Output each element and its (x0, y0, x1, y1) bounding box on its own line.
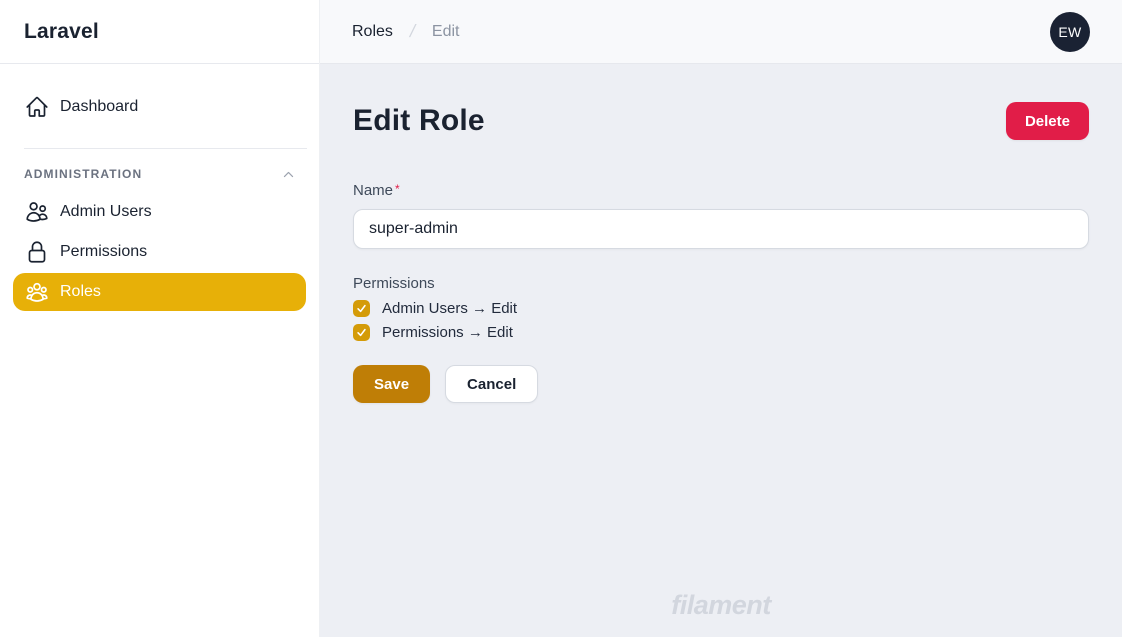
brand-logo[interactable]: Laravel (24, 20, 99, 44)
home-icon (25, 95, 49, 119)
lock-icon (25, 240, 49, 264)
sidebar-nav: Dashboard Administration Admin Users (0, 64, 319, 325)
page-title: Edit Role (353, 104, 485, 138)
sidebar-item-label: Roles (60, 283, 101, 301)
delete-button[interactable]: Delete (1006, 102, 1089, 140)
name-input[interactable] (353, 209, 1089, 249)
users-icon (25, 200, 49, 224)
sidebar: Laravel Dashboard Administration (0, 0, 320, 637)
sidebar-section-administration[interactable]: Administration (12, 167, 307, 181)
sidebar-item-permissions[interactable]: Permissions (13, 233, 306, 271)
sidebar-divider (24, 148, 307, 149)
permission-row-admin-users-edit: Admin Users → Edit (353, 300, 1089, 317)
edit-role-form: Name* Permissions Admin Users → Edit (353, 182, 1089, 403)
page-footer: filament (353, 590, 1089, 625)
chevron-up-icon (282, 168, 295, 181)
sidebar-item-label: Permissions (60, 243, 147, 261)
filament-logo: filament (671, 590, 771, 621)
brand-header: Laravel (0, 0, 319, 64)
page-content: Edit Role Delete Name* Permissions (320, 64, 1122, 637)
main-column: Roles / Edit EW Edit Role Delete Name* (320, 0, 1122, 637)
checkbox-checked[interactable] (353, 300, 370, 317)
breadcrumb-separator: / (408, 21, 417, 42)
sidebar-item-dashboard[interactable]: Dashboard (13, 88, 306, 126)
permission-label[interactable]: Admin Users → Edit (382, 300, 517, 317)
save-button[interactable]: Save (353, 365, 430, 403)
form-actions: Save Cancel (353, 365, 1089, 403)
breadcrumb: Roles / Edit (352, 21, 460, 42)
user-group-icon (25, 280, 49, 304)
name-field-group: Name* (353, 182, 1089, 249)
user-avatar[interactable]: EW (1050, 12, 1090, 52)
permission-row-permissions-edit: Permissions → Edit (353, 324, 1089, 341)
topbar: Roles / Edit EW (320, 0, 1122, 64)
permissions-field-group: Permissions Admin Users → Edit (353, 275, 1089, 341)
breadcrumb-roles-link[interactable]: Roles (352, 23, 393, 41)
breadcrumb-current-page: Edit (432, 23, 460, 41)
permission-label[interactable]: Permissions → Edit (382, 324, 513, 341)
cancel-button[interactable]: Cancel (445, 365, 538, 403)
required-asterisk: * (395, 182, 400, 196)
page-header: Edit Role Delete (353, 102, 1089, 140)
sidebar-item-admin-users[interactable]: Admin Users (13, 193, 306, 231)
check-icon (356, 303, 367, 314)
sidebar-item-label: Admin Users (60, 203, 152, 221)
name-field-label: Name* (353, 182, 400, 199)
sidebar-section-label: Administration (24, 167, 142, 181)
sidebar-item-roles[interactable]: Roles (13, 273, 306, 311)
permissions-label: Permissions (353, 275, 1089, 292)
sidebar-item-label: Dashboard (60, 98, 138, 116)
app-window: Laravel Dashboard Administration (0, 0, 1122, 637)
check-icon (356, 327, 367, 338)
checkbox-checked[interactable] (353, 324, 370, 341)
name-label-text: Name (353, 182, 393, 199)
